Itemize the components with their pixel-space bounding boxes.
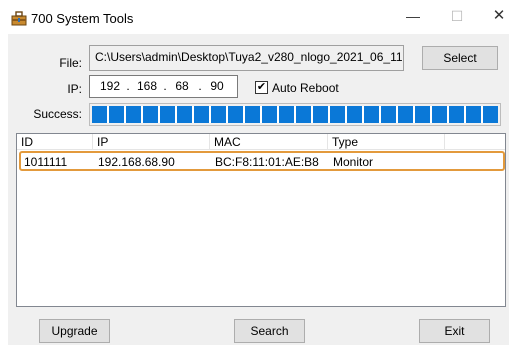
column-header-type[interactable]: Type (328, 134, 445, 150)
ip-octet-3[interactable]: 68 (170, 79, 194, 93)
minimize-icon[interactable]: — (403, 8, 423, 24)
select-button[interactable]: Select (422, 46, 498, 70)
close-icon[interactable]: ✕ (489, 8, 509, 24)
auto-reboot-label[interactable]: Auto Reboot (272, 81, 339, 95)
success-progress-bar (89, 103, 501, 126)
ip-label: IP: (67, 82, 82, 96)
cell-type: Monitor (333, 155, 374, 169)
ip-separator: . (198, 79, 202, 93)
search-button[interactable]: Search (234, 319, 305, 343)
cell-id: 1011111 (24, 155, 68, 169)
column-header-ip[interactable]: IP (93, 134, 210, 150)
table-row[interactable]: 1011111 192.168.68.90 BC:F8:11:01:AE:B8 … (19, 151, 505, 171)
toolbox-icon (11, 11, 27, 26)
window-title: 700 System Tools (31, 11, 134, 26)
maximize-icon[interactable]: ☐ (447, 8, 467, 24)
exit-button[interactable]: Exit (419, 319, 490, 343)
cell-ip: 192.168.68.90 (98, 155, 175, 169)
auto-reboot-checkbox[interactable]: ✔ (255, 81, 268, 94)
ip-octet-2[interactable]: 168 (135, 79, 159, 93)
ip-address-input[interactable]: 192 . 168 . 68 . 90 (89, 75, 238, 98)
column-header-extra[interactable] (445, 134, 505, 150)
upgrade-button[interactable]: Upgrade (39, 319, 110, 343)
ip-octet-1[interactable]: 192 (98, 79, 122, 93)
column-header-id[interactable]: ID (17, 134, 93, 150)
progress-fill (92, 106, 498, 123)
device-list[interactable]: ID IP MAC Type 1011111 192.168.68.90 BC:… (16, 133, 506, 307)
ip-octet-4[interactable]: 90 (205, 79, 229, 93)
title-bar[interactable]: 700 System Tools — ☐ ✕ (0, 0, 509, 34)
list-header: ID IP MAC Type (17, 134, 505, 150)
file-label: File: (59, 56, 82, 70)
cell-mac: BC:F8:11:01:AE:B8 (215, 155, 319, 169)
success-label: Success: (33, 107, 82, 121)
column-header-mac[interactable]: MAC (210, 134, 328, 150)
file-path-field[interactable]: C:\Users\admin\Desktop\Tuya2_v280_nlogo_… (89, 45, 404, 71)
ip-separator: . (126, 79, 130, 93)
ip-separator: . (163, 79, 167, 93)
